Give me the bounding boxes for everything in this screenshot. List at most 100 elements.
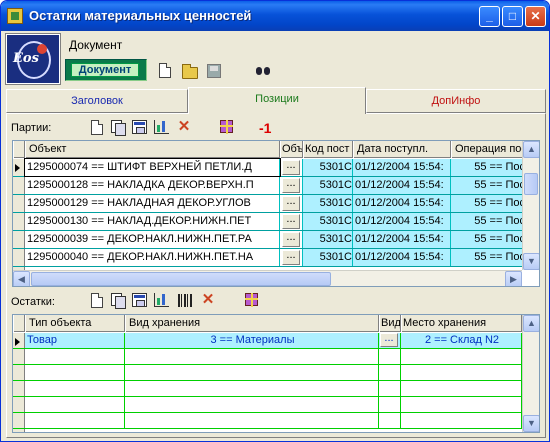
cell-object[interactable]: 1295000074 == ШТИФТ ВЕРХНЕЙ ПЕТЛИ.Д	[24, 158, 281, 177]
cell-obj[interactable]: ...	[280, 231, 303, 248]
remains-empty-row[interactable]	[13, 349, 522, 365]
parties-row[interactable]: 1295000040 == ДЕКОР.НАКЛ.НИЖН.ПЕТ.НА... 5…	[13, 249, 526, 267]
minimize-button[interactable]: _	[479, 6, 500, 27]
cell-obj[interactable]: ...	[280, 159, 303, 176]
ellipsis-button[interactable]: ...	[282, 232, 300, 247]
cell-obj[interactable]: ...	[280, 249, 303, 266]
cell-obj[interactable]: ...	[280, 177, 303, 194]
scroll-left-icon[interactable]: ◀	[13, 271, 30, 286]
remains-barcode-icon[interactable]	[178, 294, 192, 307]
ellipsis-button[interactable]: ...	[282, 250, 300, 265]
cell-storage-kind[interactable]	[125, 381, 379, 396]
cell-supplier-code[interactable]: 5301С	[303, 177, 353, 194]
remains-empty-row[interactable]	[13, 365, 522, 381]
cell-storage-place[interactable]: 2 == Склад N2	[401, 333, 522, 348]
cell-supplier-code[interactable]: 5301С	[303, 159, 353, 176]
cell-arrival-operation[interactable]: 55 == Пос	[451, 249, 526, 266]
col-obj[interactable]: Объ	[280, 141, 303, 158]
ellipsis-button[interactable]: ...	[282, 214, 300, 229]
open-folder-icon[interactable]	[182, 64, 198, 79]
col-arrival-date[interactable]: Дата поступл.	[353, 141, 451, 158]
cell-object-type[interactable]	[25, 413, 125, 428]
cell-object-type[interactable]: Товар	[25, 333, 125, 348]
remains-copy-icon[interactable]	[111, 293, 126, 309]
cell-object[interactable]: 1295000130 == НАКЛАД.ДЕКОР.НИЖН.ПЕТ	[25, 213, 280, 230]
parties-vscroll-thumb[interactable]	[524, 173, 538, 195]
parties-row[interactable]: 1295000129 == НАКЛАДНАЯ ДЕКОР.УГЛОВ... 53…	[13, 195, 526, 213]
parties-horizontal-scrollbar[interactable]: ◀ ▶	[13, 270, 522, 286]
cell-object[interactable]: 1295000040 == ДЕКОР.НАКЛ.НИЖН.ПЕТ.НА	[25, 249, 280, 266]
col-object-type[interactable]: Тип объекта	[25, 315, 125, 332]
cell-arrival-operation[interactable]: 55 == Пос	[451, 195, 526, 212]
tab-extra-info[interactable]: ДопИнфо	[366, 89, 546, 113]
cell-kind[interactable]	[379, 381, 401, 396]
parties-row[interactable]: 1295000128 == НАКЛАДКА ДЕКОР.ВЕРХН.П... 5…	[13, 177, 526, 195]
cell-storage-kind[interactable]	[125, 349, 379, 364]
cell-storage-place[interactable]	[401, 413, 522, 428]
cell-object-type[interactable]	[25, 381, 125, 396]
close-button[interactable]: ✕	[525, 6, 546, 27]
remains-gift-icon[interactable]	[245, 293, 258, 307]
tab-positions[interactable]: Позиции	[188, 87, 366, 114]
col-kind[interactable]: Вид	[379, 315, 401, 332]
cell-object-type[interactable]	[25, 397, 125, 412]
cell-supplier-code[interactable]: 5301С	[303, 195, 353, 212]
remains-row[interactable]: Товар 3 == Материалы... 2 == Склад N2	[13, 333, 522, 349]
parties-vertical-scrollbar[interactable]: ▲ ▼	[522, 141, 539, 270]
parties-new-icon[interactable]	[91, 120, 103, 135]
title-bar[interactable]: Остатки материальных ценностей _ □ ✕	[1, 1, 549, 31]
col-storage-place[interactable]: Место хранения	[401, 315, 522, 332]
ellipsis-button[interactable]: ...	[282, 196, 300, 211]
col-arrival-operation[interactable]: Операция пос	[451, 141, 526, 158]
cell-storage-kind[interactable]	[125, 365, 379, 380]
maximize-button[interactable]: □	[502, 6, 523, 27]
cell-storage-place[interactable]	[401, 397, 522, 412]
cell-kind[interactable]: ...	[379, 333, 401, 348]
cell-kind[interactable]	[379, 349, 401, 364]
ellipsis-button[interactable]: ...	[282, 178, 300, 193]
cell-supplier-code[interactable]: 5301С	[303, 213, 353, 230]
remains-empty-row[interactable]	[13, 413, 522, 429]
cell-arrival-operation[interactable]: 55 == Пос	[451, 213, 526, 230]
cell-arrival-date[interactable]: 01/12/2004 15:54:	[353, 195, 451, 212]
cell-object-type[interactable]	[25, 365, 125, 380]
cell-obj[interactable]: ...	[280, 213, 303, 230]
cell-arrival-operation[interactable]: 55 == Пос	[451, 159, 526, 176]
parties-chart-icon[interactable]	[154, 120, 169, 134]
cell-kind[interactable]	[379, 397, 401, 412]
cell-storage-kind[interactable]	[125, 413, 379, 428]
remains-vertical-scrollbar[interactable]: ▲ ▼	[522, 315, 539, 432]
scroll-right-icon[interactable]: ▶	[505, 271, 522, 286]
remains-properties-icon[interactable]	[132, 293, 147, 307]
cell-arrival-date[interactable]: 01/12/2004 15:54:	[353, 249, 451, 266]
scroll-up-icon[interactable]: ▲	[523, 141, 539, 158]
cell-arrival-date[interactable]: 01/12/2004 15:54:	[353, 213, 451, 230]
parties-delete-icon[interactable]: ✕	[176, 119, 192, 136]
new-document-icon[interactable]	[159, 63, 171, 78]
cell-obj[interactable]: ...	[280, 195, 303, 212]
cell-supplier-code[interactable]: 5301С	[303, 231, 353, 248]
parties-hscroll-thumb[interactable]	[31, 272, 331, 286]
cell-kind[interactable]	[379, 365, 401, 380]
save-disk-icon[interactable]	[207, 64, 221, 78]
col-supplier-code[interactable]: Код пост	[303, 141, 353, 158]
cell-supplier-code[interactable]: 5301С	[303, 249, 353, 266]
cell-storage-place[interactable]	[401, 349, 522, 364]
cell-kind[interactable]	[379, 413, 401, 428]
parties-row[interactable]: 1295000130 == НАКЛАД.ДЕКОР.НИЖН.ПЕТ... 53…	[13, 213, 526, 231]
cell-object[interactable]: 1295000128 == НАКЛАДКА ДЕКОР.ВЕРХН.П	[25, 177, 280, 194]
scroll-up-icon[interactable]: ▲	[523, 315, 539, 332]
scroll-down-icon[interactable]: ▼	[523, 415, 539, 432]
cell-arrival-date[interactable]: 01/12/2004 15:54:	[353, 177, 451, 194]
col-storage-kind[interactable]: Вид хранения	[125, 315, 379, 332]
cell-object-type[interactable]	[25, 349, 125, 364]
binoculars-icon[interactable]	[255, 64, 271, 76]
cell-arrival-date[interactable]: 01/12/2004 15:54:	[353, 159, 451, 176]
parties-properties-icon[interactable]	[132, 120, 147, 134]
parties-row[interactable]: 1295000039 == ДЕКОР.НАКЛ.НИЖН.ПЕТ.РА... 5…	[13, 231, 526, 249]
cell-storage-kind[interactable]: 3 == Материалы	[125, 333, 379, 348]
col-object[interactable]: Объект	[25, 141, 280, 158]
cell-storage-place[interactable]	[401, 365, 522, 380]
remains-empty-row[interactable]	[13, 397, 522, 413]
cell-arrival-operation[interactable]: 55 == Пос	[451, 177, 526, 194]
